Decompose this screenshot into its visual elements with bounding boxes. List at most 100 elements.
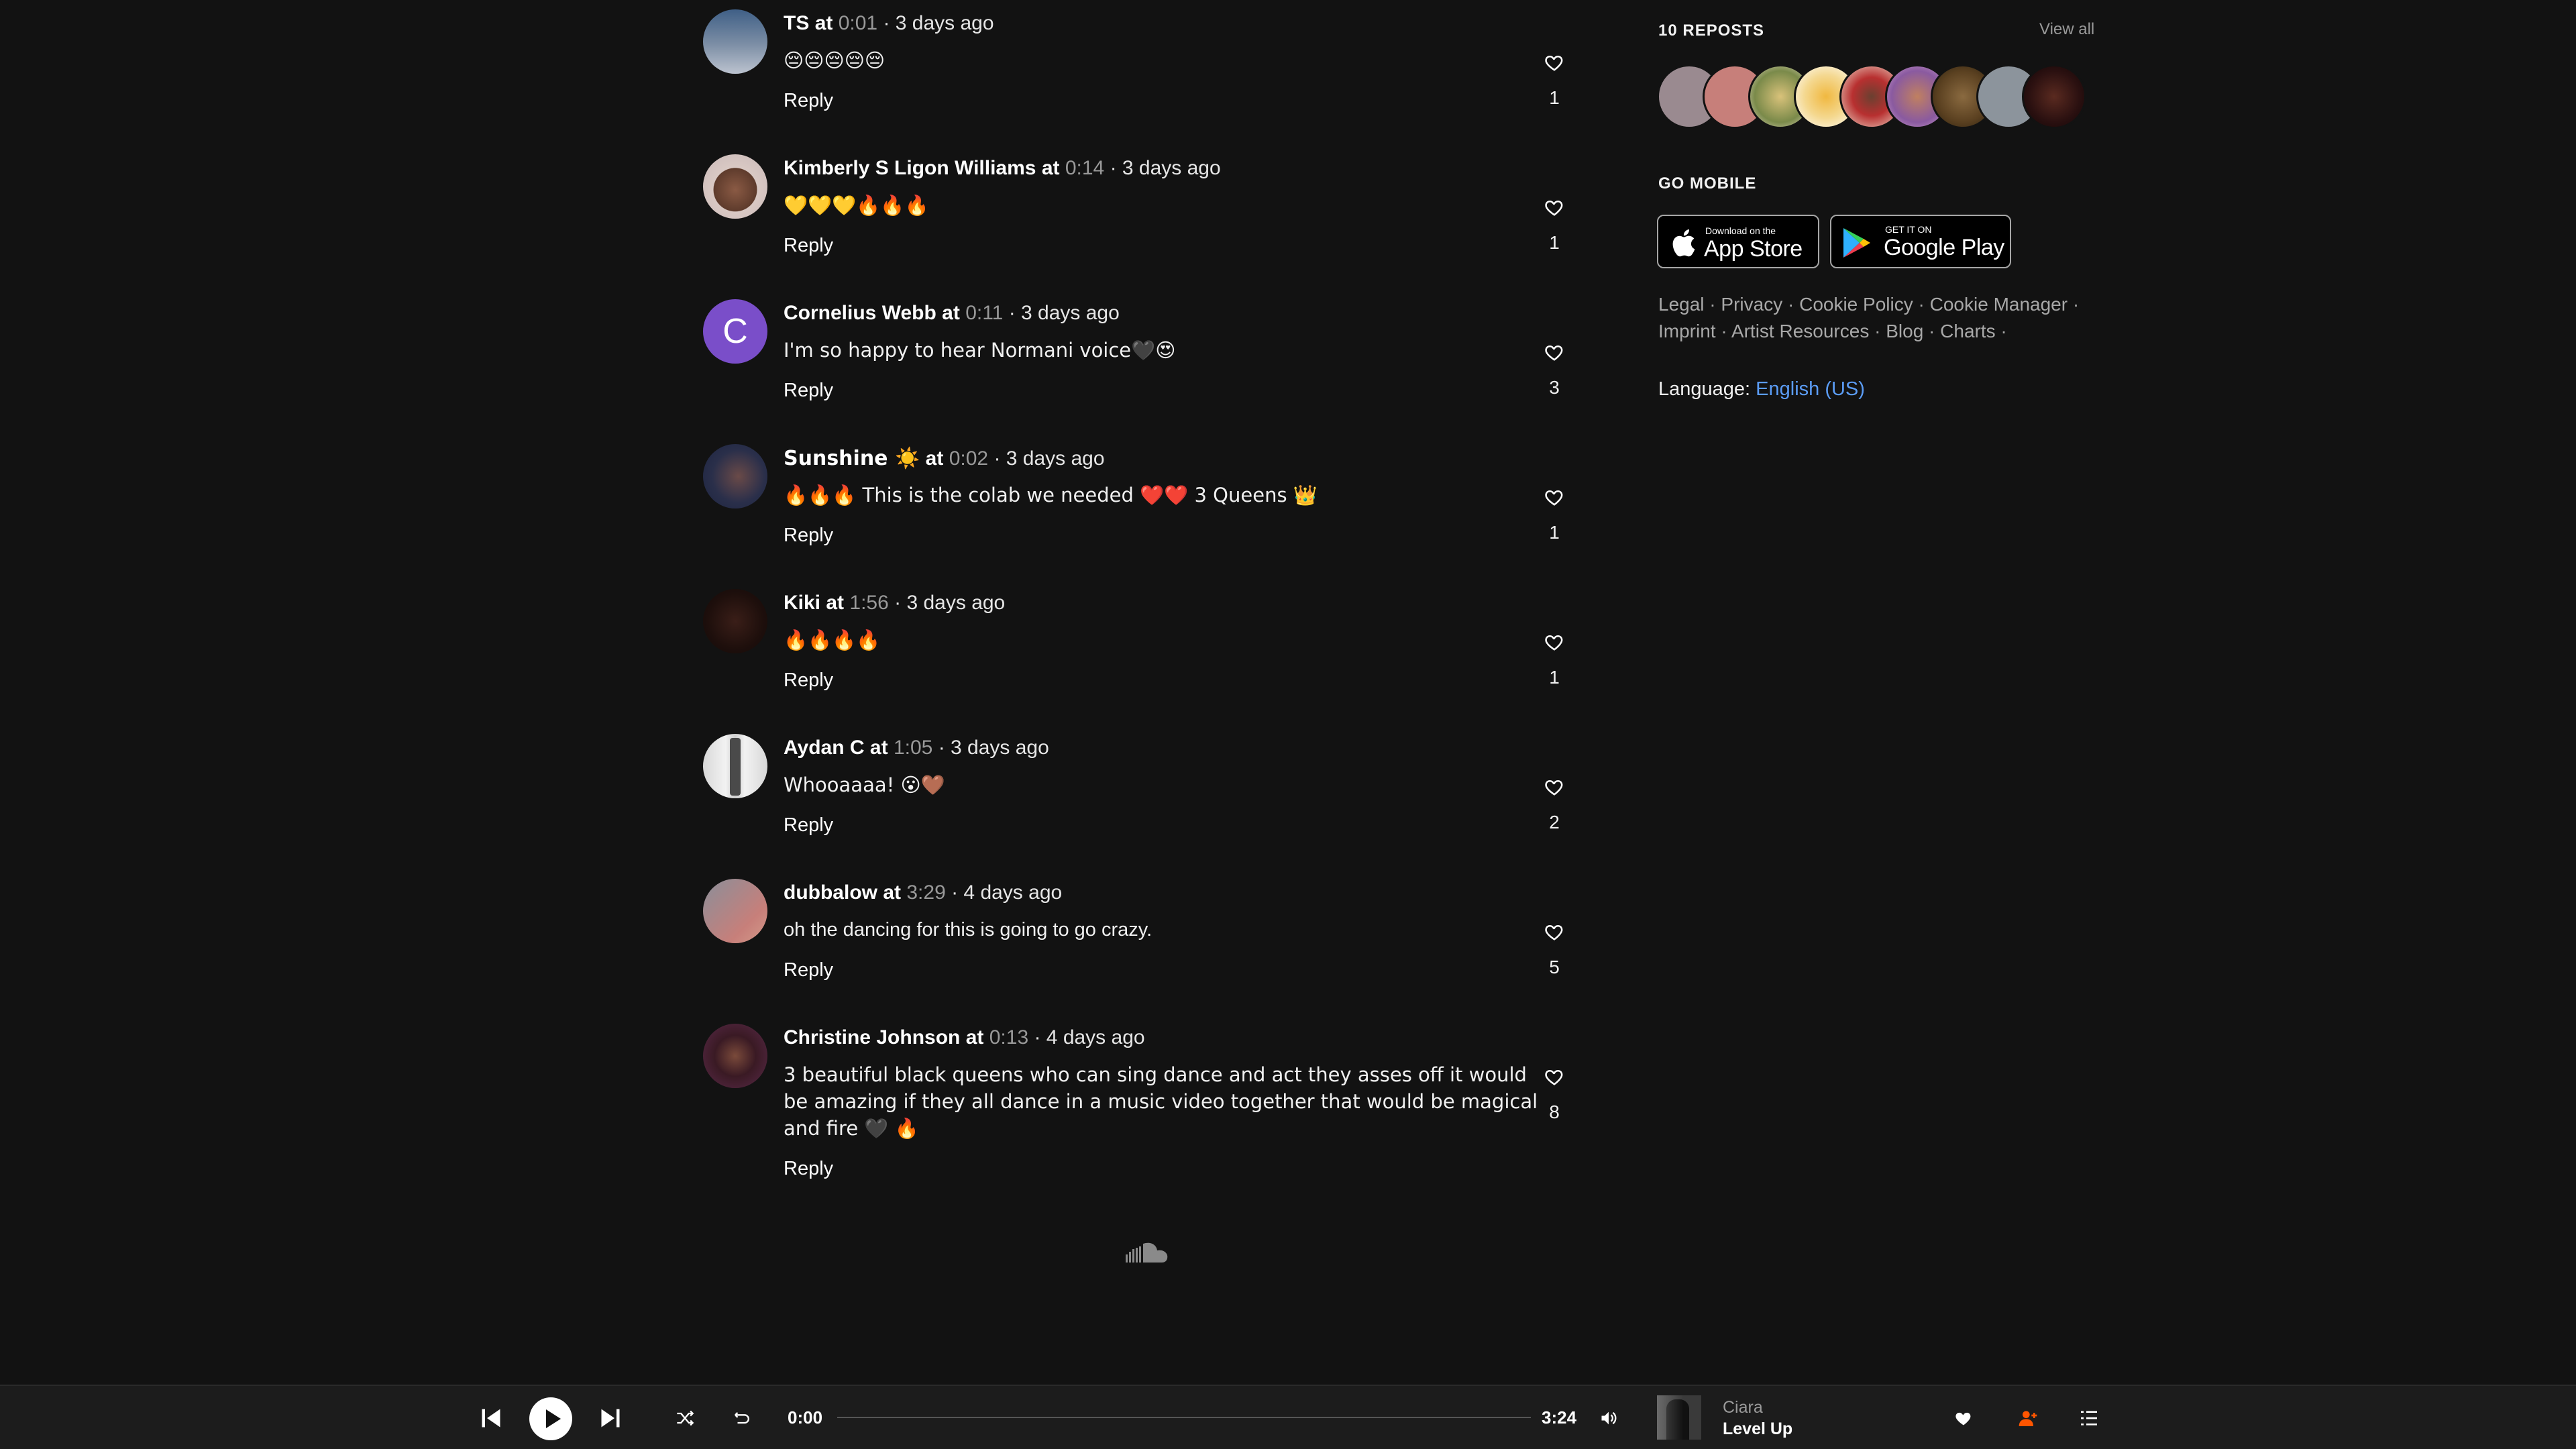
comment-header: Christine Johnson at 0:13 · 4 days ago: [784, 1026, 1145, 1049]
user-avatar[interactable]: [703, 154, 767, 219]
comment-text: Whooaaaa! 😮🤎: [784, 773, 945, 796]
play-icon[interactable]: [529, 1397, 573, 1441]
language-selector: Language: English (US): [1658, 378, 1865, 400]
comment-username[interactable]: Christine Johnson: [784, 1026, 960, 1049]
progress-bar[interactable]: [837, 1417, 1531, 1418]
reply-button[interactable]: Reply: [784, 669, 833, 692]
like-count: 1: [1549, 667, 1560, 688]
comment-username[interactable]: Kimberly S Ligon Williams: [784, 157, 1036, 179]
footer-link-artist-resources[interactable]: Artist Resources: [1731, 321, 1869, 341]
reply-button[interactable]: Reply: [784, 235, 833, 257]
like-count: 3: [1549, 377, 1560, 398]
comment-timestamp[interactable]: 3:29: [906, 881, 945, 904]
heart-icon[interactable]: [1544, 52, 1564, 72]
comment-username[interactable]: Kiki: [784, 592, 820, 614]
repeat-icon[interactable]: [730, 1409, 750, 1428]
comment-header: Sunshine ☀️ at 0:02 · 3 days ago: [784, 447, 1105, 470]
footer-link-imprint[interactable]: Imprint: [1658, 321, 1716, 341]
comment-item: C Cornelius Webb at 0:11 · 3 days ago I'…: [703, 290, 1575, 424]
at-word: at: [942, 302, 960, 324]
comment-age: · 3 days ago: [1110, 157, 1221, 179]
user-avatar[interactable]: [703, 879, 767, 943]
google-play-icon: [1843, 228, 1870, 258]
footer-links: Legal · Privacy · Cookie Policy · Cookie…: [1658, 294, 2080, 341]
footer-link-cookie-policy[interactable]: Cookie Policy: [1799, 294, 1913, 315]
google-play-button[interactable]: GET IT ON Google Play: [1830, 215, 2011, 268]
like-count: 1: [1549, 232, 1560, 253]
soundcloud-logo-icon: [1126, 1242, 1168, 1263]
comment-item: Aydan C at 1:05 · 3 days ago Whooaaaa! 😮…: [703, 724, 1575, 859]
volume-icon[interactable]: [1598, 1409, 1619, 1428]
next-track-icon[interactable]: [598, 1406, 623, 1430]
language-link[interactable]: English (US): [1756, 378, 1865, 400]
comment-timestamp[interactable]: 0:14: [1065, 157, 1104, 179]
reply-button[interactable]: Reply: [784, 525, 833, 547]
track-title[interactable]: Level Up: [1723, 1419, 1792, 1439]
reply-button[interactable]: Reply: [784, 814, 833, 837]
heart-icon[interactable]: [1544, 197, 1564, 217]
user-avatar[interactable]: [703, 444, 767, 508]
comment-text: 😔😔😔😔😔: [784, 49, 885, 72]
at-word: at: [883, 881, 902, 904]
comment-text: oh the dancing for this is going to go c…: [784, 919, 1152, 941]
heart-icon[interactable]: [1544, 1067, 1564, 1087]
at-word: at: [965, 1026, 984, 1049]
comment-age: · 4 days ago: [1034, 1026, 1145, 1049]
queue-icon[interactable]: [2078, 1407, 2100, 1429]
footer-link-charts[interactable]: Charts: [1940, 321, 1995, 341]
track-artwork[interactable]: [1657, 1395, 1701, 1440]
footer-link-blog[interactable]: Blog: [1886, 321, 1923, 341]
footer-link-legal[interactable]: Legal: [1658, 294, 1705, 315]
heart-icon[interactable]: [1544, 922, 1564, 942]
view-all-link[interactable]: View all: [2039, 20, 2094, 39]
comment-username[interactable]: TS: [784, 12, 809, 34]
comment-username[interactable]: Sunshine ☀️: [784, 447, 920, 470]
comment-timestamp[interactable]: 1:05: [894, 737, 932, 759]
reply-button[interactable]: Reply: [784, 380, 833, 402]
app-store-button[interactable]: Download on the App Store: [1657, 215, 1819, 268]
comment-username[interactable]: Cornelius Webb: [784, 302, 936, 324]
comment-header: Kimberly S Ligon Williams at 0:14 · 3 da…: [784, 157, 1221, 180]
comment-timestamp[interactable]: 0:01: [839, 12, 877, 34]
comment-text: 🔥🔥🔥 This is the colab we needed ❤️❤️ 3 Q…: [784, 484, 1318, 506]
previous-track-icon[interactable]: [479, 1406, 503, 1430]
comment-text: 💛💛💛🔥🔥🔥: [784, 194, 929, 217]
footer-link-cookie-manager[interactable]: Cookie Manager: [1930, 294, 2068, 315]
track-artist[interactable]: Ciara: [1723, 1398, 1763, 1417]
comment-text: 3 beautiful black queens who can sing da…: [784, 1063, 1538, 1140]
reply-button[interactable]: Reply: [784, 959, 833, 981]
like-count: 1: [1549, 87, 1560, 108]
comment-username[interactable]: Aydan C: [784, 737, 865, 759]
comment-age: · 3 days ago: [938, 737, 1049, 759]
heart-icon[interactable]: [1544, 777, 1564, 797]
comment-timestamp[interactable]: 1:56: [849, 592, 888, 614]
at-word: at: [826, 592, 845, 614]
user-avatar[interactable]: [703, 9, 767, 74]
comment-text: 🔥🔥🔥🔥: [784, 629, 881, 651]
user-avatar[interactable]: [703, 734, 767, 798]
footer-link-privacy[interactable]: Privacy: [1721, 294, 1782, 315]
heart-icon[interactable]: [1544, 342, 1564, 362]
heart-icon[interactable]: [1544, 632, 1564, 652]
apple-icon: [1672, 229, 1695, 257]
app-store-small-text: Download on the: [1705, 225, 1776, 236]
like-count: 1: [1549, 522, 1560, 543]
reply-button[interactable]: Reply: [784, 1158, 833, 1180]
comment-item: Kimberly S Ligon Williams at 0:14 · 3 da…: [703, 145, 1575, 279]
user-avatar[interactable]: [703, 1024, 767, 1088]
shuffle-icon[interactable]: [675, 1409, 695, 1428]
comment-timestamp[interactable]: 0:11: [965, 302, 1003, 324]
repost-avatar[interactable]: [2022, 64, 2086, 129]
comment-username[interactable]: dubbalow: [784, 881, 877, 904]
reply-button[interactable]: Reply: [784, 90, 833, 112]
comment-timestamp[interactable]: 0:13: [989, 1026, 1028, 1049]
comment-header: TS at 0:01 · 3 days ago: [784, 12, 994, 35]
comment-timestamp[interactable]: 0:02: [949, 447, 988, 470]
comment-header: Kiki at 1:56 · 3 days ago: [784, 592, 1005, 614]
like-heart-icon[interactable]: [1953, 1409, 1974, 1428]
user-avatar[interactable]: [703, 589, 767, 653]
comment-item: Sunshine ☀️ at 0:02 · 3 days ago 🔥🔥🔥 Thi…: [703, 435, 1575, 569]
heart-icon[interactable]: [1544, 487, 1564, 507]
follow-user-icon[interactable]: [2017, 1407, 2039, 1429]
user-avatar[interactable]: C: [703, 299, 767, 364]
